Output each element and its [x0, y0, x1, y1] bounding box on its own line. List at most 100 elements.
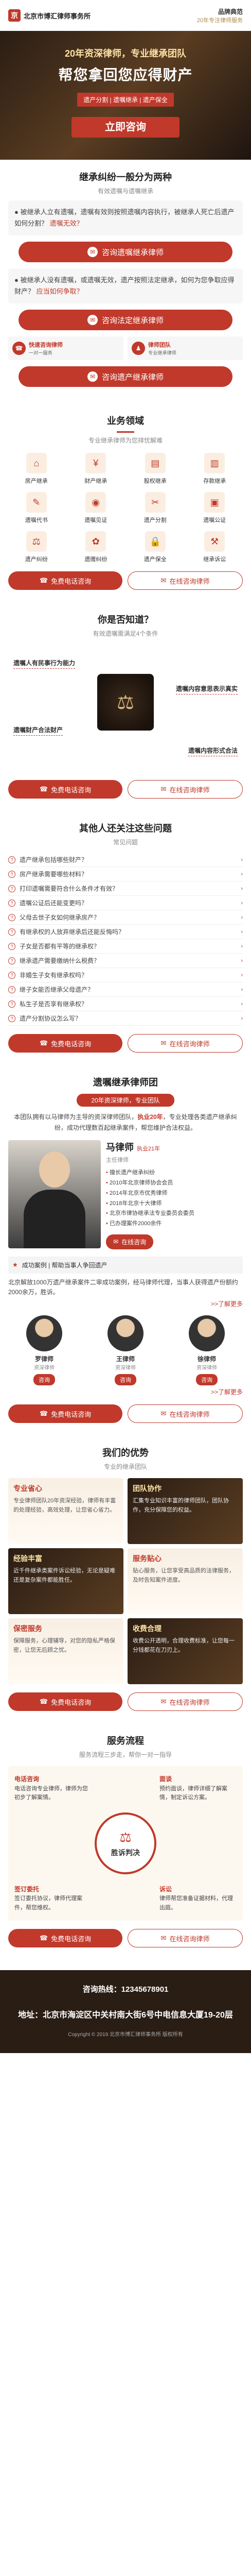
advantages-subtitle: 专业的继承团队 — [103, 1463, 147, 1471]
phone-icon: ☎ — [12, 342, 26, 355]
faq-item[interactable]: ? 房产继承需要哪些材料？ › — [8, 867, 243, 882]
faq-item[interactable]: ? 子女是否都有平等的继承权？ › — [8, 939, 243, 954]
flow-center-label: 胜诉判决 — [111, 1848, 140, 1857]
business-item[interactable]: ⚒ 继承诉讼 — [187, 531, 243, 563]
footer: 咨询热线：12345678901 地址：北京市海淀区中关村南大街6号中电信息大厦… — [0, 1970, 251, 2053]
online-chat-button[interactable]: ✉ 在线咨询律师 — [128, 571, 243, 590]
flow-subtitle: 服务流程三步走，帮你一对一指导 — [79, 1751, 172, 1759]
case-more-link[interactable]: >>了解更多 — [8, 1299, 243, 1308]
business-item-label: 存款继承 — [203, 478, 226, 485]
free-phone-button[interactable]: ☎ 免费电话咨询 — [8, 1692, 122, 1711]
faq-item[interactable]: ? 遗产分割协议怎么写？ › — [8, 1011, 243, 1026]
estate-inherit-lawyer-button[interactable]: ✉ 咨询遗产继承律师 — [19, 366, 232, 387]
lawyer-body — [24, 1190, 85, 1249]
lawyer-bullet: 2018年北京十大律师 — [106, 1199, 243, 1209]
phone-icon: ☎ — [39, 1934, 48, 1942]
faq-item[interactable]: ? 打印遗嘱需要符合什么条件才有效？ › — [8, 882, 243, 896]
chevron-right-icon: › — [241, 928, 243, 935]
free-phone-button[interactable]: ☎ 免费电话咨询 — [8, 1929, 122, 1948]
logo-text: 北京市博汇律师事务所 — [24, 12, 91, 20]
chevron-right-icon: › — [241, 1001, 243, 1007]
free-phone-button[interactable]: ☎ 免费电话咨询 — [8, 1034, 122, 1053]
legal-inherit-lawyer-button[interactable]: ✉ 咨询法定继承律师 — [19, 310, 232, 331]
faq-list: ? 遗产继承包括哪些财产？ ›? 房产继承需要哪些材料？ ›? 打印遗嘱需要符合什么条件才… — [8, 853, 243, 1026]
lawyer-consult-button[interactable]: 咨询 — [33, 1374, 55, 1386]
business-item[interactable]: ⌂ 房产继承 — [8, 453, 65, 485]
business-item[interactable]: ✂ 遗产分割 — [127, 492, 184, 524]
faq-item-label: 非婚生子女有继承权吗？ — [20, 972, 88, 979]
business-item-label: 遗赠纠纷 — [84, 556, 107, 563]
business-item-label: 遗产分割 — [144, 517, 167, 524]
lawyer-more-link[interactable]: >>了解更多 — [8, 1387, 243, 1396]
lawyer-consult-button[interactable]: 咨询 — [196, 1374, 218, 1386]
advantage-card: 专业省心 专业律师团队20年资深经验，律师有丰富的处理经验，高效处理，让您省心省力… — [8, 1478, 123, 1545]
pair-team-text: 律师团队 专业继承律师 — [148, 342, 176, 356]
faq-item-label: 打印遗嘱需要符合什么条件才有效？ — [20, 885, 119, 893]
flow-section: 服务流程 服务流程三步走，帮你一对一指导 ⚖ 胜诉判决 电话咨询 电话咨询专业律师… — [0, 1723, 251, 1960]
business-item[interactable]: ¥ 财产继承 — [68, 453, 124, 485]
law-book-icon: ⚖ — [97, 674, 154, 731]
gift-icon: ✿ — [85, 531, 106, 552]
tagline-1: 品牌典范 — [218, 8, 243, 15]
faq-item[interactable]: ? 继子女能否继承父母遗产？ › — [8, 982, 243, 997]
lawyer-info: 马律师执业21年 主任律师 擅长遗产继承纠纷2010年北京律师协会会员2014年… — [106, 1140, 243, 1249]
faq-section: 其他人还关注这些问题 常见问题 ? 遗产继承包括哪些财产？ ›? 房产继承需要哪些材料… — [0, 811, 251, 1065]
online-chat-button[interactable]: ✉ 在线咨询律师 — [128, 1404, 243, 1423]
inherit-title: 继承纠纷一般分为两种 — [79, 172, 172, 182]
chevron-right-icon: › — [241, 871, 243, 877]
pair-item-team[interactable]: ♟ 律师团队 专业继承律师 — [128, 336, 243, 361]
faq-item[interactable]: ? 私生子是否享有继承权？ › — [8, 997, 243, 1012]
advantage-title: 保密服务 — [13, 1624, 42, 1633]
lawyer-online-button[interactable]: ✉ 在线咨询 — [106, 1234, 154, 1249]
faq-item[interactable]: ? 遗产继承包括哪些财产？ › — [8, 853, 243, 868]
team-section: 遗嘱继承律师团 20年资深律师，专业团队 本团队拥有以马律师为主导的资深律师团队… — [0, 1065, 251, 1435]
free-phone-button[interactable]: ☎ 免费电话咨询 — [8, 780, 122, 799]
business-item[interactable]: ▤ 股权继承 — [127, 453, 184, 485]
online-chat-button[interactable]: ✉ 在线咨询律师 — [128, 1034, 243, 1053]
seal-icon: ◉ — [85, 492, 106, 513]
business-item[interactable]: ▣ 遗嘱公证 — [187, 492, 243, 524]
tagline-2: 20年专注律师服务 — [196, 17, 243, 24]
advantages-section: 我们的优势 专业的继承团队 专业省心 专业律师团队20年资深经验，律师有丰富的处理… — [0, 1435, 251, 1723]
header-tagline: 品牌典范 20年专注律师服务 — [197, 7, 243, 24]
chat-icon: ✉ — [113, 1238, 119, 1246]
advantage-card: 服务贴心 贴心服务，让您享受高品质的法律服务，及时告知案件进度。 — [128, 1548, 243, 1615]
faq-item[interactable]: ? 遗嘱公证后还能变更吗？ › — [8, 896, 243, 911]
question-icon: ? — [8, 870, 15, 878]
pair-item-consult[interactable]: ☎ 快速咨询律师 一对一服务 — [8, 336, 123, 361]
business-item[interactable]: ⚖ 遗产纠纷 — [8, 531, 65, 563]
know-title: 你是否知道？ — [98, 615, 153, 625]
footer-hotline[interactable]: 咨询热线：12345678901 — [8, 1984, 243, 1994]
online-chat-button[interactable]: ✉ 在线咨询律师 — [128, 1692, 243, 1711]
business-item[interactable]: ◉ 遗嘱见证 — [68, 492, 124, 524]
business-item[interactable]: 🔒 遗产保全 — [127, 531, 184, 563]
faq-item[interactable]: ? 有继承权的人放弃继承后还能反悔吗？ › — [8, 925, 243, 940]
phone-icon: ☎ — [39, 1039, 48, 1047]
faq-item[interactable]: ? 父母去世子女如何继承房产？ › — [8, 910, 243, 925]
hero-consult-button[interactable]: 立即咨询 — [71, 117, 180, 138]
flow-step-1: 电话咨询 电话咨询专业律师，律师为您初步了解案情。 — [14, 1775, 88, 1801]
know-subtitle: 有效遗嘱需满足4个条件 — [93, 630, 158, 638]
lawyer-consult-button[interactable]: 咨询 — [115, 1374, 136, 1386]
will-inherit-lawyer-button[interactable]: ✉ 咨询遗嘱继承律师 — [19, 242, 232, 263]
estate-inherit-lawyer-label: 咨询遗产继承律师 — [101, 372, 164, 382]
flow-step-4: 诉讼 律师帮您准备证据材料，代理出庭。 — [159, 1885, 233, 1911]
faq-item[interactable]: ? 继承遗产需要缴纳什么税费？ › — [8, 954, 243, 969]
chat-icon: ✉ — [160, 1410, 167, 1418]
free-phone-button[interactable]: ☎ 免费电话咨询 — [8, 1404, 122, 1423]
advantage-card: 收费合理 收费公开透明，合理收费标准，让您每一分钱都花在刀刃上。 — [128, 1618, 243, 1685]
business-item[interactable]: ▥ 存款继承 — [187, 453, 243, 485]
business-item[interactable]: ✿ 遗赠纠纷 — [68, 531, 124, 563]
hero-banner: 20年资深律师，专业继承团队 帮您拿回您应得财产 遗产分割 | 遗嘱继承 | 遗… — [0, 31, 251, 160]
inherit-subtitle: 有效遗嘱与遗嘱继承 — [97, 188, 153, 195]
online-chat-button[interactable]: ✉ 在线咨询律师 — [128, 780, 243, 799]
faq-item-label: 父母去世子女如何继承房产？ — [20, 914, 100, 922]
faq-item[interactable]: ? 非婚生子女有继承权吗？ › — [8, 968, 243, 983]
lawyer-profile: 徐律师 资深律师 咨询 — [171, 1315, 243, 1386]
logo[interactable]: 京 北京市博汇律师事务所 — [8, 9, 91, 22]
inherit-box-1-question: 遗嘱无效？ — [49, 219, 83, 228]
business-item[interactable]: ✎ 遗嘱代书 — [8, 492, 65, 524]
online-chat-button[interactable]: ✉ 在线咨询律师 — [128, 1929, 243, 1948]
free-phone-button[interactable]: ☎ 免费电话咨询 — [8, 571, 122, 590]
business-item-label: 遗嘱代书 — [25, 517, 48, 524]
